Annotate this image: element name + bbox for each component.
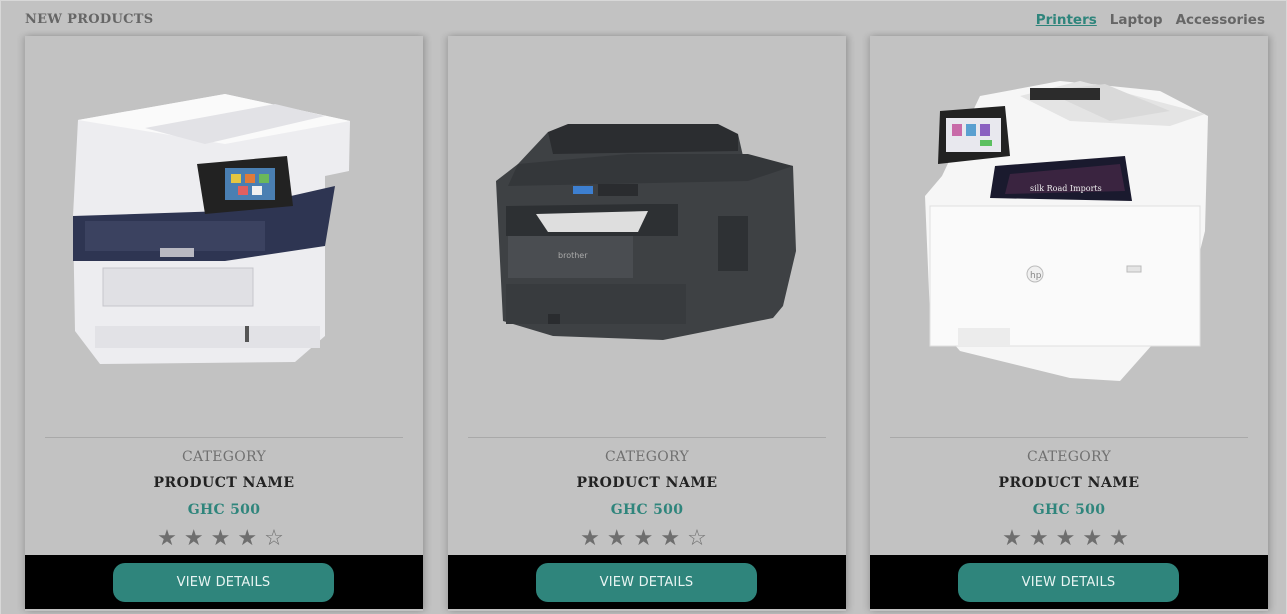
star-empty-icon: ☆: [264, 526, 291, 551]
category-filters: Printers Laptop Accessories: [1036, 12, 1265, 28]
white-printer-icon: [73, 94, 350, 364]
product-card: CATEGORY PRODUCT NAME GHC 500 ★★★★☆ VIEW…: [25, 36, 423, 611]
product-price: GHC 500: [610, 502, 684, 518]
star-filled-icon: ★: [210, 526, 238, 551]
star-filled-icon: ★: [580, 526, 607, 551]
product-price: GHC 500: [1032, 502, 1106, 518]
button-bar: VIEW DETAILS: [448, 555, 846, 609]
star-filled-icon: ★: [660, 526, 688, 551]
product-price: GHC 500: [187, 502, 261, 518]
filter-printers[interactable]: Printers: [1036, 12, 1097, 28]
star-filled-icon: ★: [157, 526, 184, 551]
star-rating: ★★★★★: [870, 526, 1268, 551]
hp-printer-icon: silk Road Imports hp: [925, 81, 1208, 381]
product-name[interactable]: PRODUCT NAME: [448, 475, 846, 491]
star-filled-icon: ★: [1055, 526, 1083, 551]
product-category: CATEGORY: [181, 449, 267, 465]
product-category: CATEGORY: [1026, 449, 1112, 465]
product-category: CATEGORY: [604, 449, 690, 465]
svg-text:brother: brother: [558, 251, 588, 260]
divider: [890, 437, 1248, 438]
star-filled-icon: ★: [606, 526, 634, 551]
divider: [468, 437, 826, 438]
star-filled-icon: ★: [237, 526, 265, 551]
svg-text:silk Road Imports: silk Road Imports: [1030, 184, 1102, 193]
product-card: silk Road Imports hp CATEGORY PRODUCT NA…: [870, 36, 1268, 611]
product-name[interactable]: PRODUCT NAME: [25, 475, 423, 491]
button-bar: VIEW DETAILS: [870, 555, 1268, 609]
filter-accessories[interactable]: Accessories: [1176, 12, 1265, 28]
star-empty-icon: ☆: [687, 526, 714, 551]
star-filled-icon: ★: [633, 526, 661, 551]
product-image[interactable]: silk Road Imports hp: [870, 36, 1268, 436]
svg-text:hp: hp: [1030, 271, 1042, 281]
view-details-button[interactable]: VIEW DETAILS: [958, 563, 1179, 602]
product-name[interactable]: PRODUCT NAME: [870, 475, 1268, 491]
dark-printer-icon: brother: [496, 124, 796, 340]
star-filled-icon: ★: [1109, 526, 1136, 551]
star-filled-icon: ★: [1082, 526, 1110, 551]
product-image[interactable]: [25, 36, 423, 436]
star-rating: ★★★★☆: [448, 526, 846, 551]
star-filled-icon: ★: [1002, 526, 1029, 551]
button-bar: VIEW DETAILS: [25, 555, 423, 609]
filter-laptop[interactable]: Laptop: [1110, 12, 1163, 28]
star-filled-icon: ★: [1028, 526, 1056, 551]
section-title: NEW PRODUCTS: [25, 12, 154, 27]
star-filled-icon: ★: [183, 526, 211, 551]
product-card: brother CATEGORY PRODUCT NAME GHC 500 ★★…: [448, 36, 846, 611]
view-details-button[interactable]: VIEW DETAILS: [113, 563, 334, 602]
product-image[interactable]: brother: [448, 36, 846, 436]
view-details-button[interactable]: VIEW DETAILS: [536, 563, 757, 602]
star-rating: ★★★★☆: [25, 526, 423, 551]
divider: [45, 437, 403, 438]
